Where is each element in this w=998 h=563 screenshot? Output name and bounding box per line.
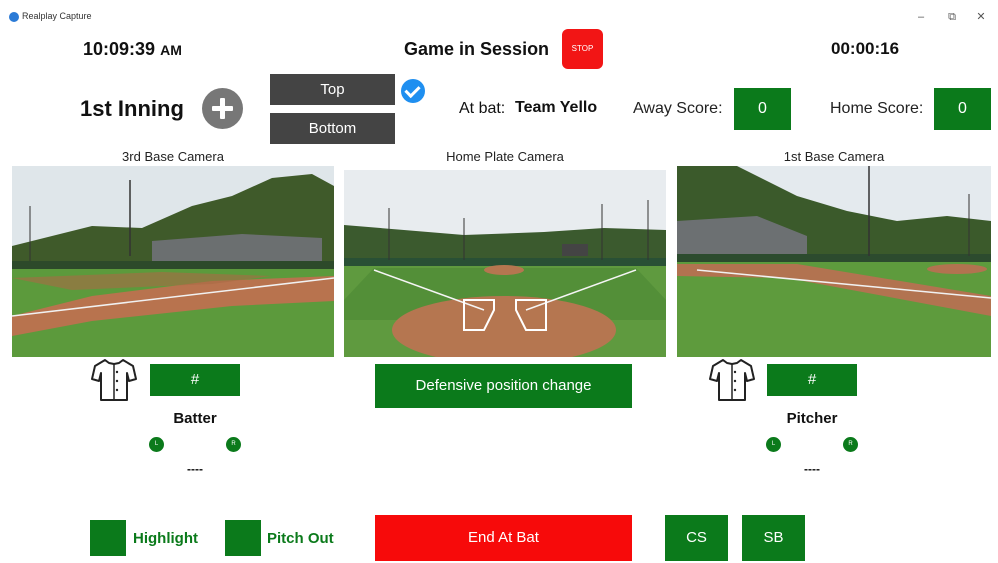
third-base-camera-label: 3rd Base Camera [122, 149, 224, 164]
clock: 10:09:39 AM [83, 39, 182, 60]
batter-number-button[interactable]: # [150, 364, 240, 396]
close-icon[interactable]: ✕ [970, 8, 992, 26]
away-score-box[interactable]: 0 [734, 88, 791, 130]
defensive-position-change-button[interactable]: Defensive position change [375, 364, 632, 408]
batter-right-hand-button[interactable]: R [226, 437, 241, 452]
batter-left-hand-button[interactable]: L [149, 437, 164, 452]
sb-button[interactable]: SB [742, 515, 805, 561]
pitch-out-checkbox[interactable] [225, 520, 261, 556]
at-bat-team: Team Yello [515, 99, 598, 116]
clock-time: 10:09:39 [83, 39, 156, 59]
add-inning-button[interactable] [202, 88, 243, 129]
home-plate-camera-image [344, 170, 666, 357]
third-base-camera-image [12, 166, 334, 357]
cs-button[interactable]: CS [665, 515, 728, 561]
elapsed-timer: 00:00:16 [831, 39, 900, 58]
pitch-out-label[interactable]: Pitch Out [267, 530, 334, 547]
selected-check-icon [401, 79, 425, 103]
first-base-camera-image [677, 166, 991, 357]
highlight-label[interactable]: Highlight [133, 530, 198, 547]
batter-jersey-icon[interactable] [91, 357, 137, 403]
pitcher-number-button[interactable]: # [767, 364, 857, 396]
session-status: Game in Session [404, 39, 550, 59]
pitcher-jersey-icon[interactable] [709, 357, 755, 403]
window-title: Realplay Capture [22, 11, 92, 21]
batter-name: ---- [187, 462, 203, 476]
end-at-bat-button[interactable]: End At Bat [375, 515, 632, 561]
inning-label: 1st Inning [80, 96, 184, 121]
at-bat-label: At bat: [459, 100, 506, 117]
home-plate-camera-feed[interactable] [344, 170, 666, 357]
pitcher-label: Pitcher [786, 410, 838, 427]
stop-button[interactable]: STOP [562, 29, 603, 69]
home-score-box[interactable]: 0 [934, 88, 991, 130]
pitcher-left-hand-button[interactable]: L [766, 437, 781, 452]
away-score-label: Away Score: [633, 100, 723, 117]
first-base-camera-feed[interactable] [677, 166, 991, 357]
pitcher-right-hand-button[interactable]: R [843, 437, 858, 452]
first-base-camera-label: 1st Base Camera [783, 149, 885, 164]
clock-ampm: AM [160, 42, 182, 58]
home-score-label: Home Score: [830, 100, 924, 117]
bottom-half-button[interactable]: Bottom [270, 113, 395, 144]
highlight-checkbox[interactable] [90, 520, 126, 556]
pitcher-name: ---- [804, 462, 820, 476]
top-half-button[interactable]: Top [270, 74, 395, 105]
title-bar: Realplay Capture – ⧉ ✕ [0, 0, 998, 32]
app-icon [9, 12, 19, 22]
minimize-icon[interactable]: – [910, 8, 932, 26]
home-plate-camera-label: Home Plate Camera [446, 149, 564, 164]
restore-icon[interactable]: ⧉ [941, 8, 963, 26]
third-base-camera-feed[interactable] [12, 166, 334, 357]
batter-label: Batter [173, 410, 217, 427]
